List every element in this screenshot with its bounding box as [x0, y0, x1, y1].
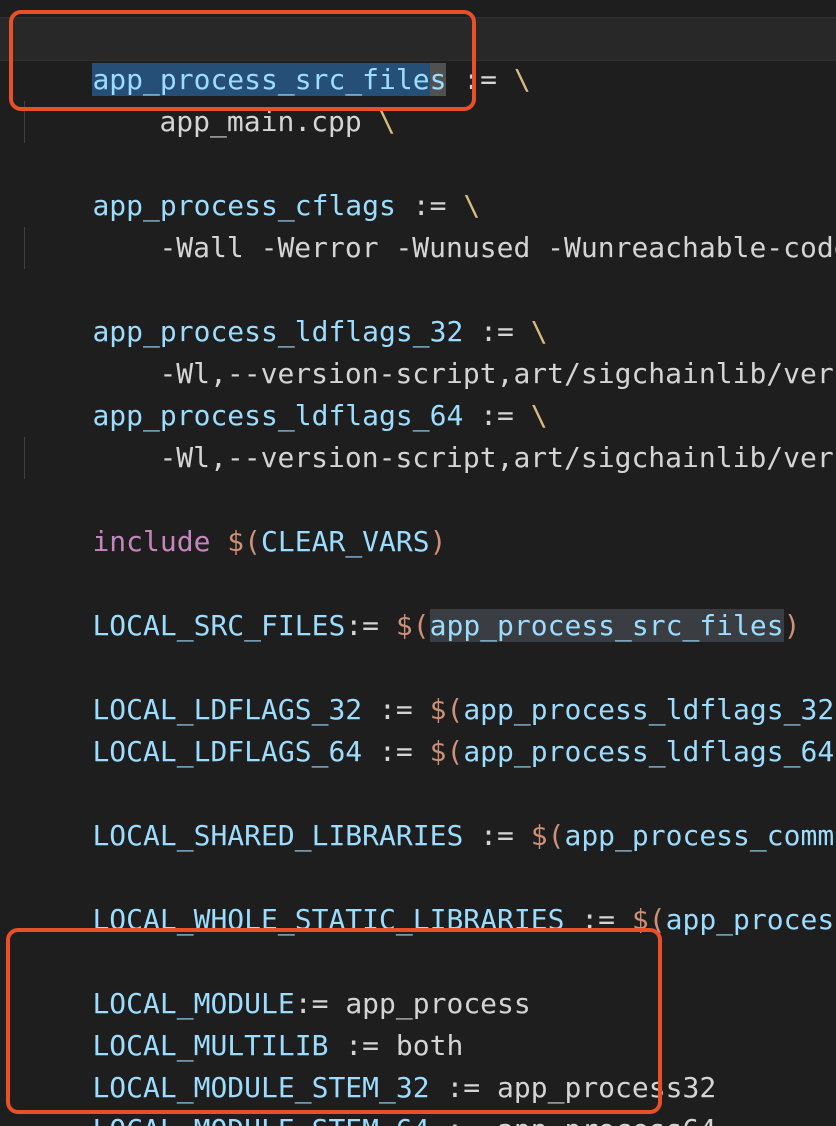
- code-line[interactable]: app_process_cflags := \: [25, 143, 480, 222]
- variable-reference-open: $(: [210, 525, 262, 558]
- code-line[interactable]: LOCAL_LDFLAGS_32 := $(app_process_ldflag…: [25, 647, 836, 726]
- highlight-box-local-module: [6, 928, 662, 1114]
- code-line[interactable]: -Wl,--version-script,art/sigchainlib/ver…: [25, 395, 836, 474]
- assign-operator: :=: [463, 819, 531, 852]
- code-line[interactable]: LOCAL_LDFLAGS_64 := $(app_process_ldflag…: [25, 689, 836, 768]
- variable-name: LOCAL_SHARED_LIBRARIES: [92, 819, 464, 852]
- highlight-box-src-files: [9, 10, 476, 111]
- variable-reference-close: ): [783, 609, 801, 642]
- variable-name: LOCAL_SRC_FILES: [92, 609, 346, 642]
- variable-reference: app_process_common_static_libs): [665, 903, 836, 936]
- variable-reference-open: $(: [429, 735, 464, 768]
- code-line[interactable]: -Wall -Werror -Wunused -Wunreachable-cod…: [25, 185, 836, 264]
- variable-reference-close: ): [429, 525, 447, 558]
- code-line[interactable]: app_process_ldflags_64 := \: [25, 353, 547, 432]
- variable-reference-open: $(: [530, 819, 565, 852]
- assign-operator: :=: [345, 609, 396, 642]
- code-line[interactable]: LOCAL_SRC_FILES:= $(app_process_src_file…: [25, 563, 800, 642]
- code-line[interactable]: LOCAL_WHOLE_STATIC_LIBRARIES := $(app_pr…: [25, 857, 836, 936]
- variable-reference: app_process_ldflags_64: [463, 735, 835, 768]
- variable-reference: app_process_common_shared_libs): [564, 819, 836, 852]
- variable-name: LOCAL_LDFLAGS_64: [92, 735, 363, 768]
- assign-operator: :=: [430, 1113, 497, 1126]
- variable-reference: CLEAR_VARS: [261, 525, 430, 558]
- include-keyword: include: [92, 525, 211, 558]
- highlighted-reference: app_process_src_files: [429, 609, 784, 642]
- line-continuation: \: [513, 63, 531, 96]
- variable-reference-open: $(: [395, 609, 430, 642]
- code-line[interactable]: app_process_ldflags_32 := \: [25, 269, 547, 348]
- linker-flags: -Wl,--version-script,art/sigchainlib/ver…: [159, 441, 836, 474]
- assigned-value: app_process64: [497, 1113, 716, 1126]
- code-line[interactable]: -Wl,--version-script,art/sigchainlib/ver…: [25, 311, 836, 390]
- code-line[interactable]: include $(CLEAR_VARS): [25, 479, 446, 558]
- code-editor[interactable]: app_process_src_files := \ app_main.cpp …: [0, 0, 836, 1126]
- code-line[interactable]: LOCAL_SHARED_LIBRARIES := $(app_process_…: [25, 773, 836, 852]
- compiler-flags: -Wall -Werror -Wunused -Wunreachable-cod…: [159, 231, 836, 264]
- assign-operator: :=: [362, 735, 430, 768]
- variable-name: LOCAL_MODULE_STEM_64: [92, 1113, 429, 1126]
